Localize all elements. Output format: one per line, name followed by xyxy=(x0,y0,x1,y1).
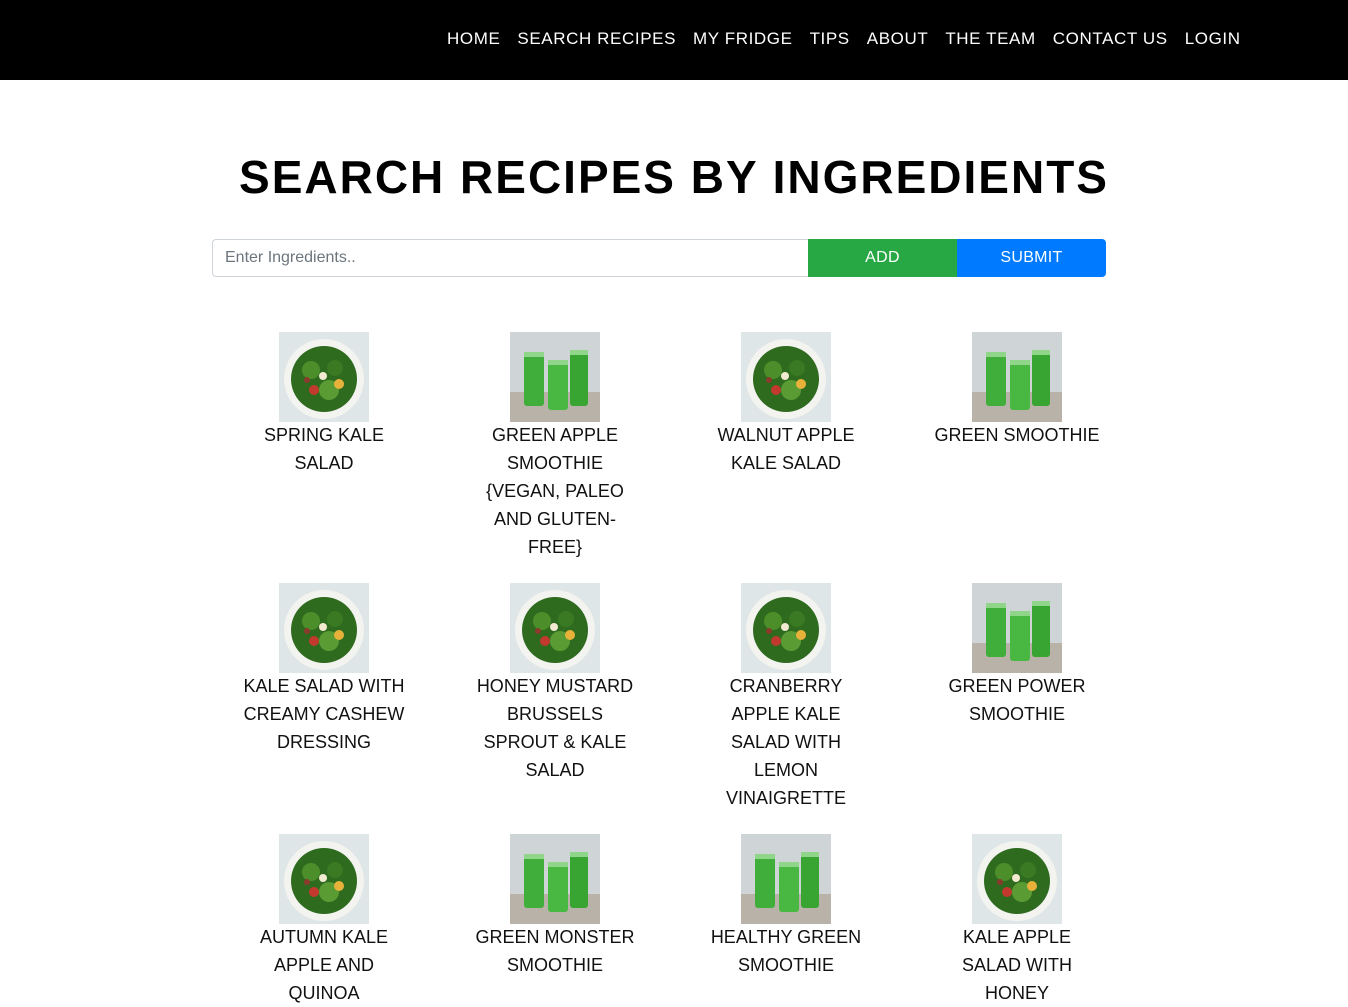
recipe-title[interactable]: GREEN SMOOTHIE xyxy=(927,421,1107,449)
recipe-card[interactable]: CRANBERRY APPLE KALE SALAD WITH LEMON VI… xyxy=(696,583,876,812)
top-navbar: HOME SEARCH RECIPES MY FRIDGE TIPS ABOUT… xyxy=(0,0,1348,80)
nav-links: HOME SEARCH RECIPES MY FRIDGE TIPS ABOUT… xyxy=(447,28,1258,50)
recipe-image[interactable] xyxy=(972,834,1062,924)
recipe-image[interactable] xyxy=(741,583,831,673)
nav-the-team[interactable]: THE TEAM xyxy=(945,28,1035,50)
submit-button[interactable]: SUBMIT xyxy=(957,239,1106,277)
ingredient-search-bar: ADD SUBMIT xyxy=(212,239,1106,277)
nav-login[interactable]: LOGIN xyxy=(1185,28,1241,50)
recipe-title[interactable]: GREEN APPLE SMOOTHIE {VEGAN, PALEO AND G… xyxy=(465,421,645,561)
recipe-card[interactable]: GREEN APPLE SMOOTHIE {VEGAN, PALEO AND G… xyxy=(465,332,645,561)
recipe-title[interactable]: HEALTHY GREEN SMOOTHIE xyxy=(696,923,876,979)
recipe-image[interactable] xyxy=(741,332,831,422)
recipe-title[interactable]: SPRING KALE SALAD xyxy=(234,421,414,477)
recipe-card[interactable]: KALE APPLE SALAD WITH HONEY xyxy=(927,834,1107,1007)
ingredients-input[interactable] xyxy=(212,239,808,277)
recipe-image[interactable] xyxy=(510,834,600,924)
recipe-image[interactable] xyxy=(279,332,369,422)
recipe-title[interactable]: KALE APPLE SALAD WITH HONEY xyxy=(927,923,1107,1007)
recipe-title[interactable]: KALE SALAD WITH CREAMY CASHEW DRESSING xyxy=(234,672,414,756)
nav-my-fridge[interactable]: MY FRIDGE xyxy=(693,28,793,50)
recipe-card[interactable]: AUTUMN KALE APPLE AND QUINOA xyxy=(234,834,414,1007)
recipe-card[interactable]: GREEN POWER SMOOTHIE xyxy=(927,583,1107,728)
recipe-card[interactable]: GREEN SMOOTHIE xyxy=(927,332,1107,449)
nav-contact-us[interactable]: CONTACT US xyxy=(1053,28,1168,50)
recipe-image[interactable] xyxy=(510,332,600,422)
recipe-title[interactable]: GREEN MONSTER SMOOTHIE xyxy=(465,923,645,979)
recipe-title[interactable]: WALNUT APPLE KALE SALAD xyxy=(696,421,876,477)
recipe-title[interactable]: GREEN POWER SMOOTHIE xyxy=(927,672,1107,728)
recipe-image[interactable] xyxy=(279,583,369,673)
nav-search-recipes[interactable]: SEARCH RECIPES xyxy=(517,28,676,50)
recipe-image[interactable] xyxy=(279,834,369,924)
recipe-image[interactable] xyxy=(972,583,1062,673)
recipe-image[interactable] xyxy=(972,332,1062,422)
nav-tips[interactable]: TIPS xyxy=(810,28,850,50)
nav-about[interactable]: ABOUT xyxy=(867,28,929,50)
recipe-image[interactable] xyxy=(510,583,600,673)
recipe-card[interactable]: KALE SALAD WITH CREAMY CASHEW DRESSING xyxy=(234,583,414,756)
recipe-card[interactable]: SPRING KALE SALAD xyxy=(234,332,414,477)
recipe-card[interactable]: HEALTHY GREEN SMOOTHIE xyxy=(696,834,876,979)
recipe-image[interactable] xyxy=(741,834,831,924)
recipe-title[interactable]: AUTUMN KALE APPLE AND QUINOA xyxy=(234,923,414,1007)
recipe-title[interactable]: CRANBERRY APPLE KALE SALAD WITH LEMON VI… xyxy=(696,672,876,812)
page-title: SEARCH RECIPES BY INGREDIENTS xyxy=(239,151,1109,203)
recipe-card[interactable]: GREEN MONSTER SMOOTHIE xyxy=(465,834,645,979)
add-button[interactable]: ADD xyxy=(808,239,957,277)
recipe-title[interactable]: HONEY MUSTARD BRUSSELS SPROUT & KALE SAL… xyxy=(465,672,645,784)
recipe-card[interactable]: HONEY MUSTARD BRUSSELS SPROUT & KALE SAL… xyxy=(465,583,645,784)
recipe-card[interactable]: WALNUT APPLE KALE SALAD xyxy=(696,332,876,477)
nav-home[interactable]: HOME xyxy=(447,28,500,50)
